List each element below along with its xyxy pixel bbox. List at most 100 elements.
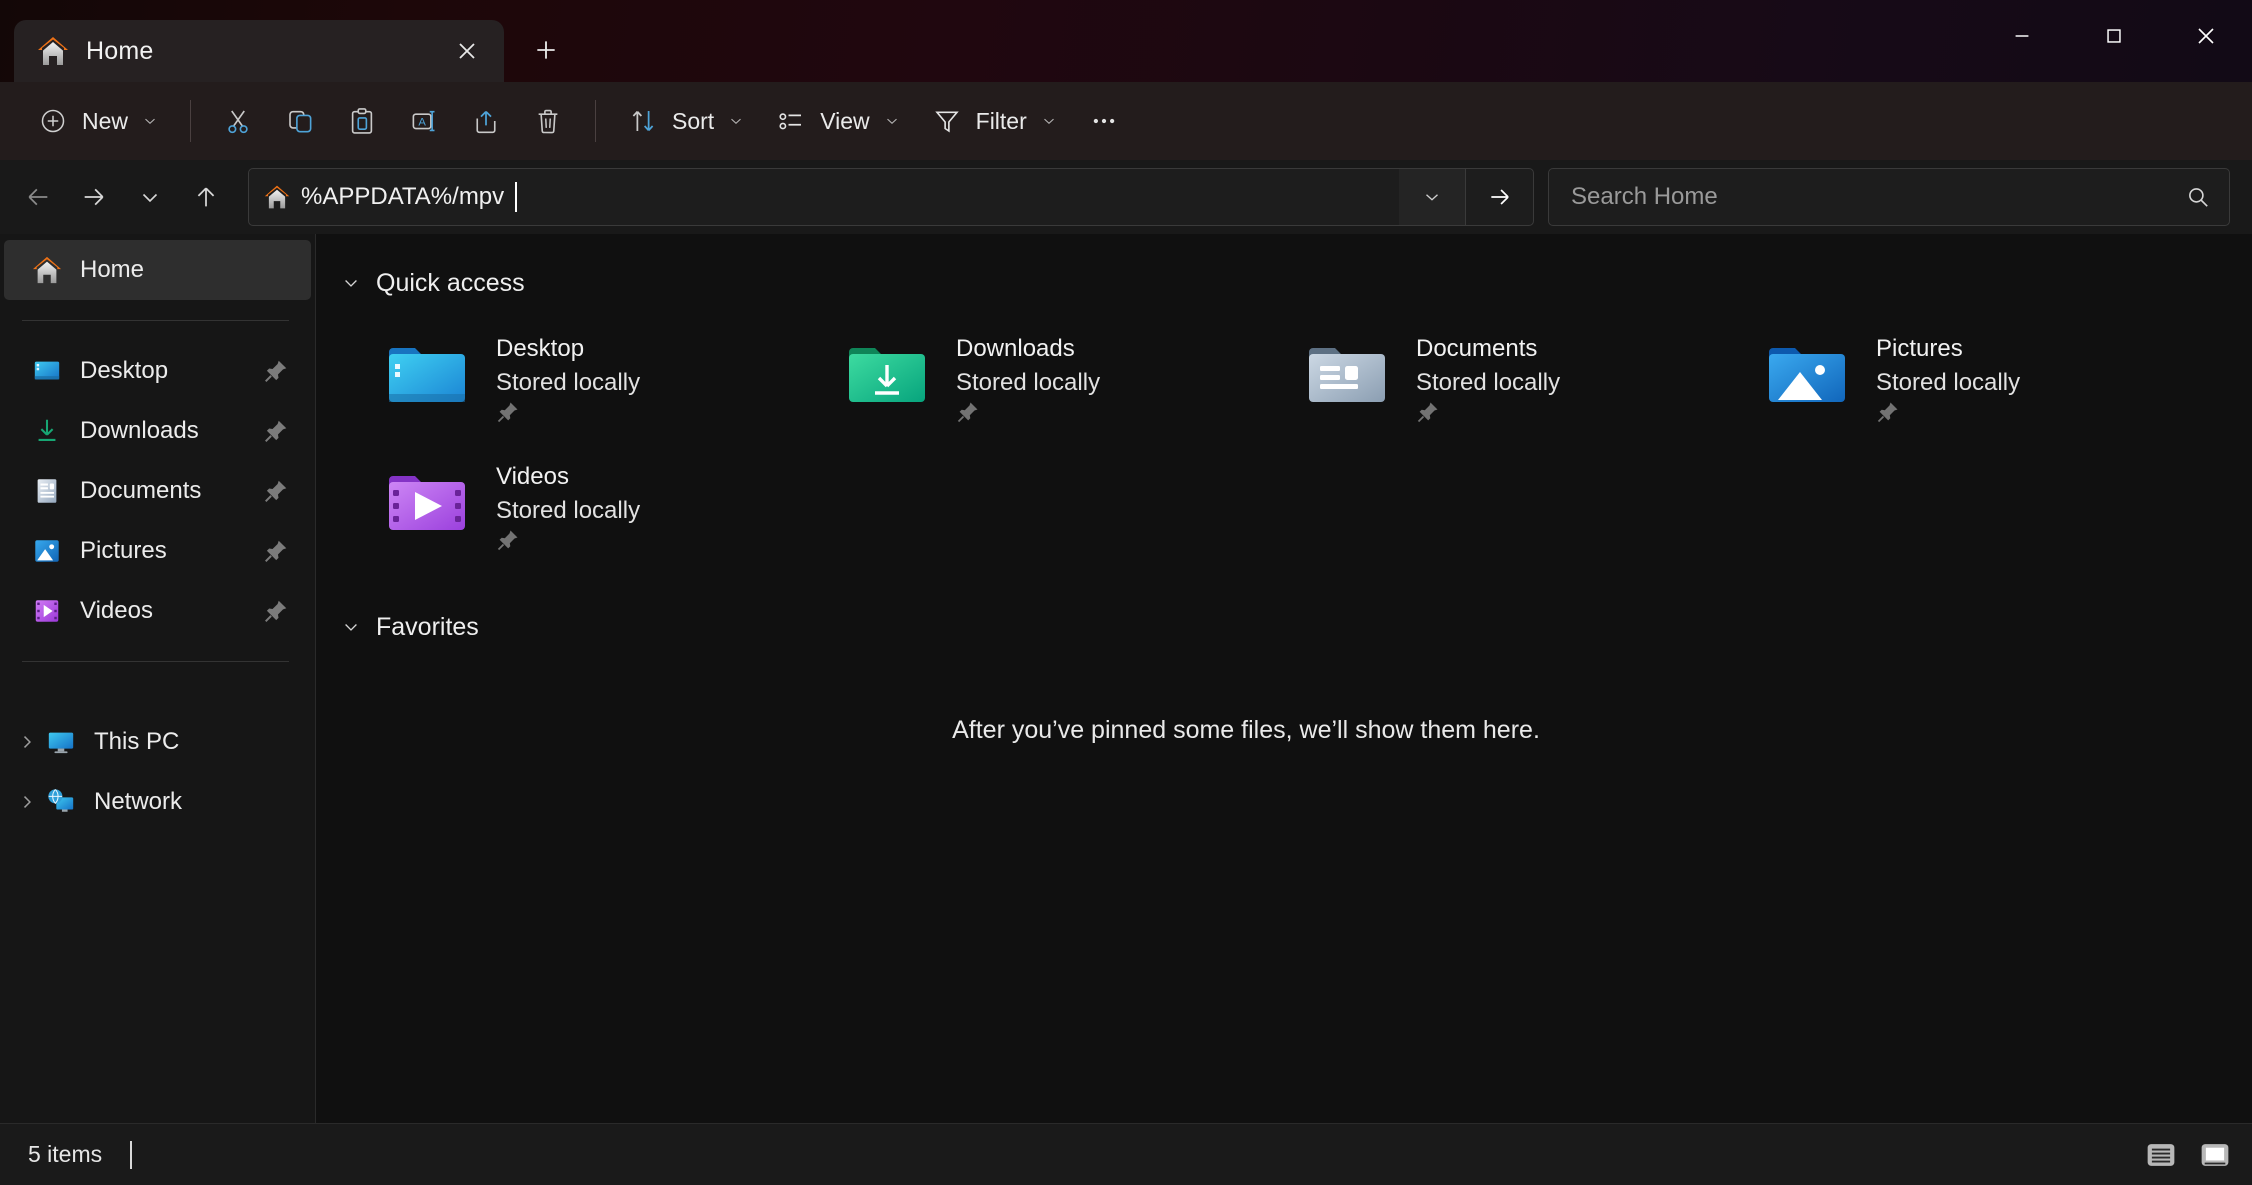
quick-access-item-desktop[interactable]: Desktop Stored locally (340, 316, 800, 444)
content-pane: Quick access Desktop Stored locally Down… (316, 234, 2252, 1123)
window-close-icon[interactable] (2160, 0, 2252, 72)
close-icon[interactable] (444, 28, 490, 74)
address-text: %APPDATA%/mpv (301, 183, 505, 210)
network-icon (44, 785, 78, 819)
rename-button[interactable]: A (393, 94, 455, 148)
quick-access-item-documents[interactable]: Documents Stored locally (1260, 316, 1720, 444)
filter-button[interactable]: Filter (916, 94, 1073, 148)
address-bar[interactable]: %APPDATA%/mpv (248, 168, 1534, 226)
window-controls (1976, 0, 2252, 72)
sidebar-item-documents[interactable]: Documents (4, 461, 311, 521)
share-button[interactable] (455, 94, 517, 148)
view-button[interactable]: View (760, 94, 915, 148)
minimize-icon[interactable] (1976, 0, 2068, 72)
maximize-icon[interactable] (2068, 0, 2160, 72)
chevron-down-icon[interactable] (340, 616, 362, 638)
favorites-header[interactable]: Favorites (340, 604, 2252, 650)
quick-access-item-text: Documents Stored locally (1416, 328, 1560, 424)
pin-icon[interactable] (263, 358, 289, 384)
chevron-down-icon[interactable] (340, 272, 362, 294)
sidebar-item-this-pc[interactable]: This PC (4, 712, 311, 772)
sidebar-item-videos[interactable]: Videos (4, 581, 311, 641)
new-button[interactable]: New (22, 94, 174, 148)
search-input[interactable]: Search Home (1571, 183, 2185, 211)
paste-button[interactable] (331, 94, 393, 148)
sidebar-item-label: Network (94, 788, 183, 815)
sidebar-item-downloads[interactable]: Downloads (4, 401, 311, 461)
sidebar-item-network[interactable]: Network (4, 772, 311, 832)
chevron-right-icon[interactable] (10, 792, 44, 812)
share-icon (469, 104, 503, 138)
chevron-down-icon (726, 111, 746, 131)
copy-icon (283, 104, 317, 138)
item-status: Stored locally (1416, 369, 1561, 396)
item-status: Stored locally (496, 497, 641, 524)
videos-icon (30, 594, 64, 628)
toolbar-divider-2 (595, 100, 597, 142)
back-button[interactable] (10, 169, 66, 225)
svg-text:A: A (418, 117, 426, 129)
copy-button[interactable] (269, 94, 331, 148)
tab-strip: Home (0, 0, 572, 82)
documents-icon (30, 474, 64, 508)
details-view-button[interactable] (2138, 1135, 2184, 1175)
quick-access-tiles: Desktop Stored locally Downloads Stored … (340, 316, 2252, 572)
large-icons-view-button[interactable] (2192, 1135, 2238, 1175)
quick-access-header[interactable]: Quick access (340, 260, 2252, 306)
sort-button[interactable]: Sort (612, 94, 760, 148)
text-cursor (515, 182, 518, 212)
title-bar: Home (0, 0, 2252, 82)
pin-icon[interactable] (263, 598, 289, 624)
folder-desktop-icon (384, 332, 470, 418)
recent-locations-button[interactable] (122, 169, 178, 225)
navigation-pane: Home Desktop Downloads Documents Picture… (0, 234, 316, 1123)
tab-home[interactable]: Home (14, 20, 504, 82)
quick-access-item-videos[interactable]: Videos Stored locally (340, 444, 800, 572)
quick-access-item-pictures[interactable]: Pictures Stored locally (1720, 316, 2180, 444)
chevron-right-icon[interactable] (10, 732, 44, 752)
favorites-empty-message: After you’ve pinned some files, we’ll sh… (952, 716, 1540, 744)
sidebar-item-desktop[interactable]: Desktop (4, 341, 311, 401)
chevron-down-icon (1039, 111, 1059, 131)
quick-access-item-text: Pictures Stored locally (1876, 328, 2020, 424)
main-body: Home Desktop Downloads Documents Picture… (0, 234, 2252, 1123)
address-dropdown-button[interactable] (1399, 169, 1465, 225)
navigation-bar: %APPDATA%/mpv Search Home (0, 160, 2252, 234)
view-button-label: View (820, 107, 870, 134)
sidebar-item-home[interactable]: Home (4, 240, 311, 300)
quick-access-item-text: Desktop Stored locally (496, 328, 640, 424)
pin-icon (496, 400, 640, 424)
folder-videos-icon (384, 460, 470, 546)
see-more-button[interactable] (1073, 94, 1135, 148)
pin-icon (1876, 400, 2020, 424)
trash-icon (531, 104, 565, 138)
downloads-icon (30, 414, 64, 448)
new-button-label: New (82, 107, 129, 134)
view-list-icon (774, 104, 808, 138)
up-button[interactable] (178, 169, 234, 225)
status-divider (130, 1140, 133, 1169)
item-count-label: 5 items (28, 1141, 103, 1167)
quick-access-item-text: Downloads Stored locally (956, 328, 1100, 424)
pin-icon[interactable] (263, 538, 289, 564)
sidebar-item-label: Downloads (80, 417, 199, 444)
desktop-icon (30, 354, 64, 388)
pin-icon[interactable] (263, 418, 289, 444)
command-bar: New A Sort View Filter (0, 82, 2252, 160)
folder-pictures-icon (1764, 332, 1850, 418)
sidebar-item-pictures[interactable]: Pictures (4, 521, 311, 581)
sidebar-item-label: Videos (80, 597, 153, 624)
new-tab-button[interactable] (520, 24, 572, 76)
pin-icon (956, 400, 1100, 424)
folder-documents-icon (1304, 332, 1390, 418)
forward-button[interactable] (66, 169, 122, 225)
go-button[interactable] (1465, 169, 1533, 225)
sidebar-item-label: This PC (94, 728, 180, 755)
address-input[interactable]: %APPDATA%/mpv (249, 182, 1399, 212)
pin-icon[interactable] (263, 478, 289, 504)
search-box[interactable]: Search Home (1548, 168, 2230, 226)
funnel-icon (930, 104, 964, 138)
delete-button[interactable] (517, 94, 579, 148)
cut-button[interactable] (207, 94, 269, 148)
quick-access-item-downloads[interactable]: Downloads Stored locally (800, 316, 1260, 444)
